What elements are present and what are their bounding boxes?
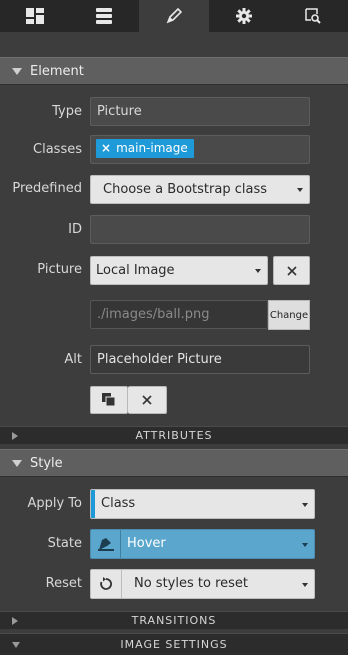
section-title: IMAGE SETTINGS [120,638,228,651]
chevron-down-icon [297,188,303,192]
apply-to-label: Apply To [27,496,82,511]
state-value: Hover [127,536,166,551]
section-title: TRANSITIONS [131,614,217,627]
section-image-settings-header[interactable]: IMAGE SETTINGS [0,633,348,655]
close-icon [142,395,152,405]
toolbar-spacer [0,32,348,56]
classes-label: Classes [33,142,82,157]
tab-settings[interactable] [209,0,279,32]
expand-arrow-icon [12,616,18,625]
clear-picture-button[interactable] [273,256,310,285]
predefined-label: Predefined [12,181,82,196]
type-field: Picture [90,97,310,126]
section-element-header[interactable]: Element [0,57,348,85]
section-title: Style [30,455,63,471]
apply-to-value: Class [101,496,136,511]
top-toolbar [0,0,348,32]
copy-icon [102,393,116,407]
inspect-icon [305,8,321,24]
class-tag-label: main-image [116,141,188,155]
apply-accent [91,490,95,518]
collapse-arrow-icon [12,459,22,467]
predefined-select[interactable]: Choose a Bootstrap class [90,175,310,204]
tab-inspect[interactable] [278,0,348,32]
picture-source-value: Local Image [96,263,175,278]
collapse-arrow-icon [12,67,22,75]
type-label: Type [52,104,82,119]
tab-list[interactable] [70,0,140,32]
alt-label: Alt [64,352,82,367]
chevron-down-icon [302,583,308,587]
section-title: Element [30,63,84,79]
alt-input[interactable]: Placeholder Picture [90,345,310,374]
list-icon [96,8,113,24]
duplicate-button[interactable] [90,386,128,414]
tab-style[interactable] [139,0,209,32]
predefined-value: Choose a Bootstrap class [103,182,267,197]
chevron-down-icon [255,269,261,273]
section-attributes-header[interactable]: ATTRIBUTES [0,426,348,444]
id-label: ID [68,222,82,237]
picture-label: Picture [37,262,82,277]
chevron-down-icon [302,503,308,507]
chevron-down-icon [302,543,308,547]
state-label: State [47,536,82,551]
class-tag[interactable]: × main-image [96,139,194,158]
picture-path-field: ./images/ball.png [90,300,268,329]
remove-tag-icon[interactable]: × [101,141,111,155]
id-input[interactable] [90,215,310,244]
section-title: ATTRIBUTES [135,429,213,442]
apply-to-select[interactable]: Class [90,489,315,519]
gear-icon [235,8,252,24]
section-style-header[interactable]: Style [0,449,348,477]
reset-select[interactable]: No styles to reset [90,569,315,599]
section-transitions-header[interactable]: TRANSITIONS [0,611,348,629]
expand-arrow-icon [12,431,18,440]
tab-layout[interactable] [0,0,70,32]
close-icon [286,265,297,276]
cursor-state-icon [91,530,121,558]
delete-element-button[interactable] [128,386,167,414]
reset-label: Reset [45,576,82,591]
brush-icon [166,8,182,24]
state-select[interactable]: Hover [90,529,315,559]
reset-value: No styles to reset [134,576,248,591]
reset-icon[interactable] [91,570,122,598]
change-picture-button[interactable]: Change [268,300,310,330]
picture-source-select[interactable]: Local Image [90,256,268,285]
collapse-arrow-icon [12,641,20,648]
layout-icon [25,8,44,24]
